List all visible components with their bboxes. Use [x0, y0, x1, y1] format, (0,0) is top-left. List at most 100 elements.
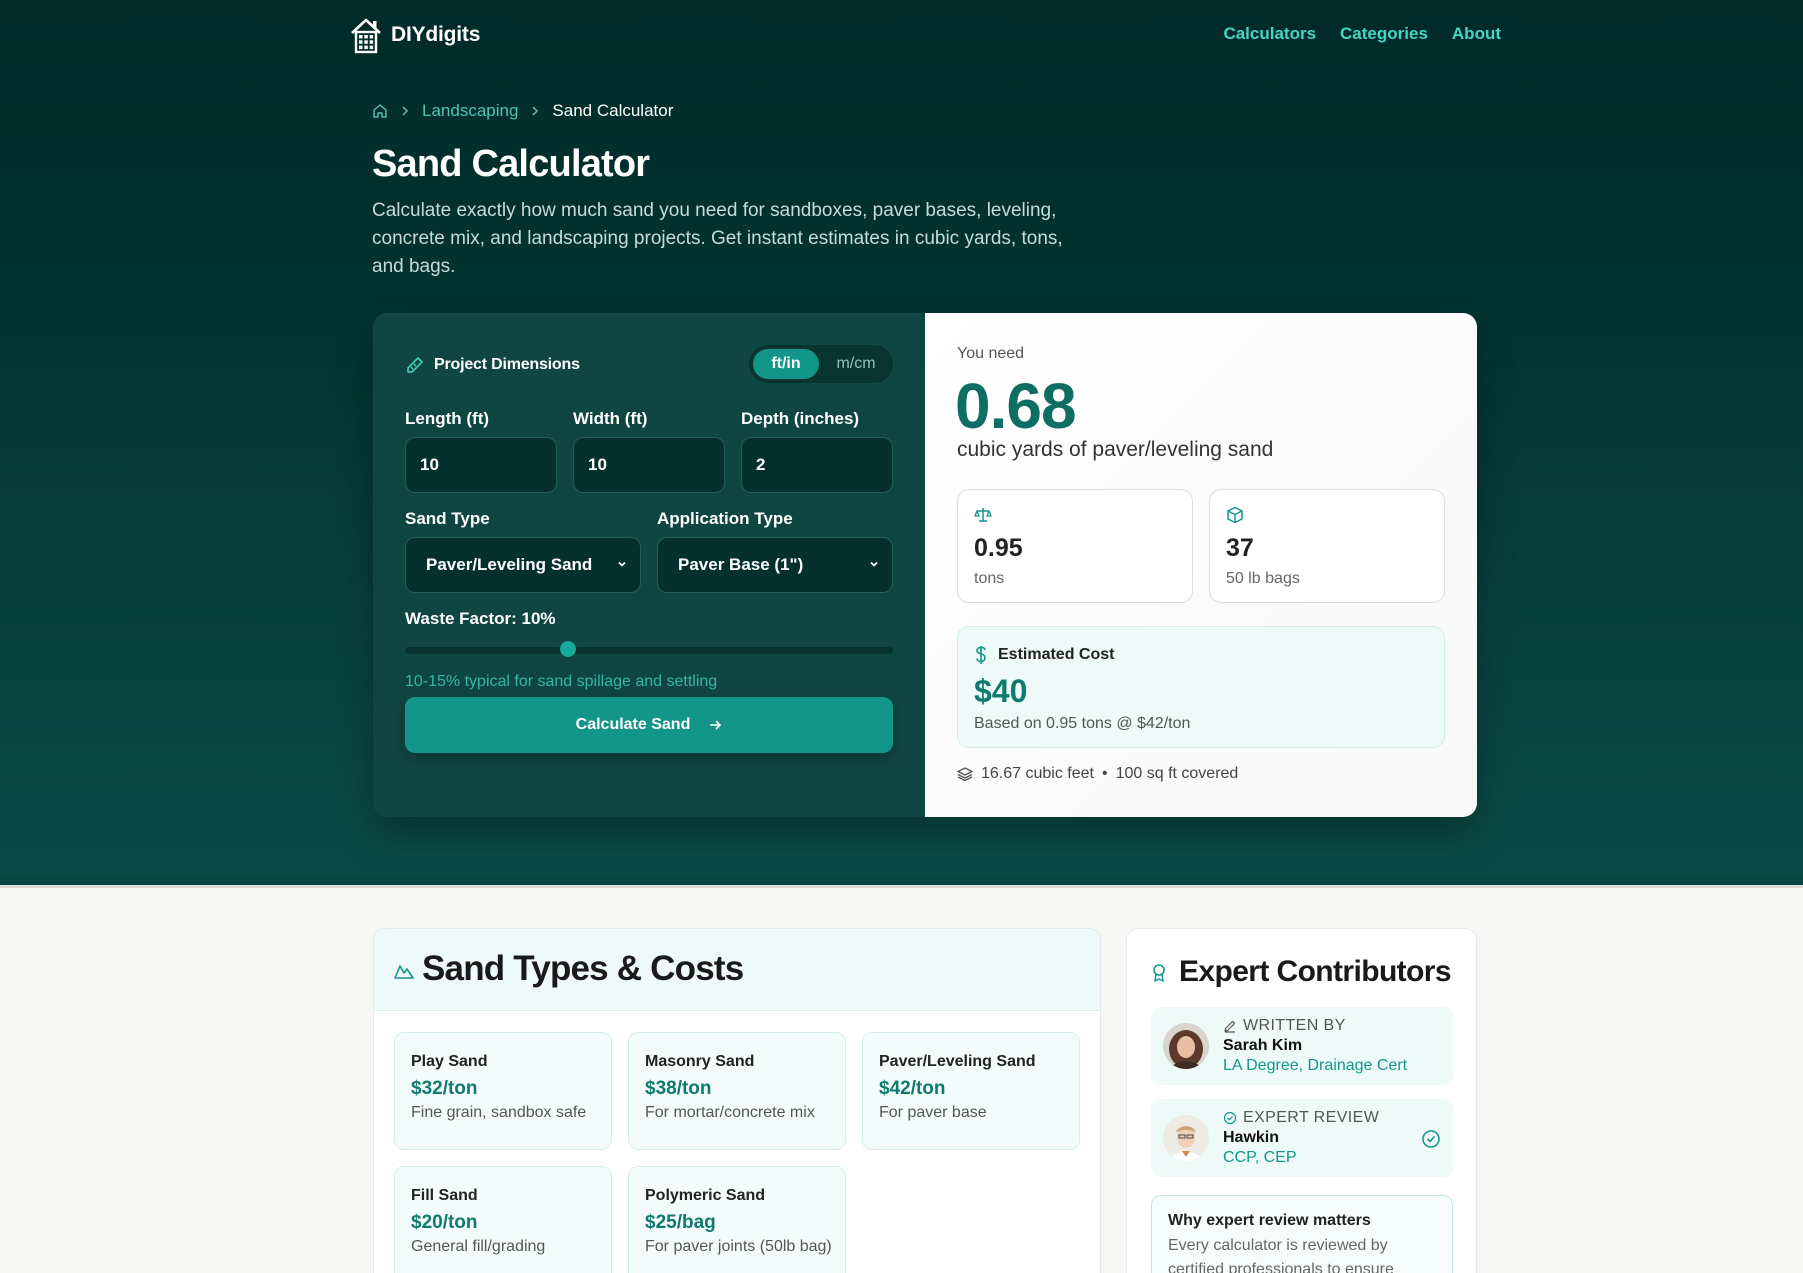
page-description: Calculate exactly how much sand you need… [372, 200, 1063, 277]
sand-type-name: Polymeric Sand [645, 1187, 766, 1204]
depth-input[interactable]: 2 [741, 437, 893, 493]
chevron-down-icon [870, 561, 878, 567]
estimated-cost-title: Estimated Cost [998, 646, 1115, 663]
result-lead: You need [957, 345, 1025, 362]
home-icon[interactable] [372, 103, 388, 119]
calculate-sand-button[interactable]: Calculate Sand [405, 697, 893, 753]
waste-factor-label: Waste Factor: 10% [405, 609, 556, 628]
reviewer-role: EXPERT REVIEW [1243, 1109, 1380, 1126]
sand-type-label: Sand Type [405, 509, 490, 528]
page-title: Sand Calculator [372, 143, 650, 185]
summary-separator: • [1101, 765, 1108, 782]
sand-type-card: Play Sand $32/ton Fine grain, sandbox sa… [394, 1032, 612, 1150]
pen-icon [1224, 1020, 1236, 1033]
ruler-pencil-icon [407, 357, 423, 373]
application-type-value: Paver Base (1") [678, 555, 804, 574]
author-card[interactable]: WRITTEN BY Sarah Kim LA Degree, Drainage… [1151, 1007, 1453, 1085]
why-review-title: Why expert review matters [1168, 1212, 1371, 1229]
breadcrumb-landscaping[interactable]: Landscaping [422, 101, 518, 121]
expert-contributors-title: Expert Contributors [1179, 955, 1452, 988]
dollar-icon [976, 646, 986, 664]
chevron-right-icon [532, 106, 539, 116]
sand-types-title: Sand Types & Costs [422, 949, 744, 988]
author-avatar [1163, 1023, 1209, 1069]
sand-type-price: $42/ton [879, 1078, 946, 1099]
sand-type-description: For mortar/concrete mix [645, 1104, 815, 1121]
expert-contributors-section: Expert Contributors WRITTEN BY Sarah Kim… [1126, 928, 1477, 1273]
tons-label: tons [974, 570, 1005, 587]
depth-label: Depth (inches) [741, 409, 860, 428]
layers-icon [957, 767, 973, 782]
sand-type-price: $20/ton [411, 1212, 478, 1233]
cubic-feet-text: 16.67 cubic feet [981, 765, 1094, 782]
nav-link-categories[interactable]: Categories [1340, 24, 1428, 44]
credential-link[interactable]: CEP [1264, 1149, 1297, 1166]
why-review-callout: Why expert review matters Every calculat… [1151, 1195, 1453, 1273]
reviewer-avatar [1163, 1115, 1209, 1161]
mountain-icon [394, 965, 414, 979]
credential-separator: , [1254, 1149, 1264, 1166]
application-type-label: Application Type [657, 509, 793, 528]
credential-link[interactable]: LA Degree [1223, 1057, 1299, 1074]
area-covered-text: 100 sq ft covered [1115, 765, 1239, 782]
width-input[interactable]: 10 [573, 437, 725, 493]
coverage-summary: 16.67 cubic feet • 100 sq ft covered [957, 765, 1238, 783]
sand-type-description: For paver joints (50lb bag) [645, 1238, 832, 1255]
bags-card: 37 50 lb bags [1209, 489, 1445, 603]
credential-link[interactable]: Drainage Cert [1308, 1057, 1408, 1074]
brand-logo[interactable]: DIYdigits [349, 16, 480, 54]
package-icon [1227, 506, 1243, 524]
reviewer-card[interactable]: EXPERT REVIEW Hawkin CCP, CEP [1151, 1099, 1453, 1177]
sand-type-description: Fine grain, sandbox safe [411, 1104, 587, 1121]
tons-card: 0.95 tons [957, 489, 1193, 603]
credential-link[interactable]: CCP [1223, 1149, 1255, 1166]
estimated-cost-amount: $40 [974, 673, 1028, 709]
sand-type-name: Paver/Leveling Sand [879, 1053, 1036, 1070]
length-input[interactable]: 10 [405, 437, 557, 493]
reviewer-name: Hawkin [1223, 1129, 1280, 1146]
top-nav: Calculators Categories About [1223, 24, 1501, 44]
nav-link-calculators[interactable]: Calculators [1223, 24, 1316, 44]
sand-type-name: Masonry Sand [645, 1053, 755, 1070]
unit-option-m-cm[interactable]: m/cm [823, 349, 889, 379]
hero-edge-shadow [0, 872, 1803, 888]
unit-toggle: ft/in m/cm [749, 345, 893, 383]
estimated-cost-basis: Based on 0.95 tons @ $42/ton [974, 715, 1191, 732]
nav-link-about[interactable]: About [1452, 24, 1501, 44]
sand-type-description: For paver base [879, 1104, 987, 1121]
length-label: Length (ft) [405, 409, 490, 428]
sand-type-card: Polymeric Sand $25/bag For paver joints … [628, 1166, 846, 1273]
sand-type-select[interactable]: Paver/Leveling Sand [405, 537, 641, 593]
author-name: Sarah Kim [1223, 1037, 1303, 1054]
unit-option-ft-in[interactable]: ft/in [753, 349, 819, 379]
breadcrumb: Landscaping Sand Calculator [372, 101, 673, 121]
section-title: Project Dimensions [434, 356, 580, 373]
sand-types-section: Sand Types & Costs Play Sand $32/ton Fin… [373, 928, 1101, 1273]
check-circle-icon [1223, 1111, 1237, 1125]
application-type-select[interactable]: Paver Base (1") [657, 537, 893, 593]
scale-icon [974, 508, 992, 522]
result-volume: 0.68 [955, 370, 1077, 442]
calculator-card: Project Dimensions ft/in m/cm Length (ft… [373, 313, 1477, 817]
award-ribbon-icon [1153, 964, 1165, 982]
calculate-button-label: Calculate Sand [575, 716, 691, 733]
author-role: WRITTEN BY [1243, 1017, 1346, 1034]
sand-type-card: Masonry Sand $38/ton For mortar/concrete… [628, 1032, 846, 1150]
tons-value: 0.95 [974, 534, 1023, 562]
waste-factor-slider[interactable] [405, 647, 893, 654]
arrow-right-icon [710, 720, 722, 730]
credential-separator: , [1298, 1057, 1308, 1074]
sand-type-card: Paver/Leveling Sand $42/ton For paver ba… [862, 1032, 1080, 1150]
calculator-form: Project Dimensions ft/in m/cm Length (ft… [373, 313, 925, 817]
project-dimensions-heading: Project Dimensions [405, 355, 580, 375]
sand-type-card: Fill Sand $20/ton General fill/grading [394, 1166, 612, 1273]
results-panel: You need 0.68 cubic yards of paver/level… [925, 313, 1477, 817]
house-grid-icon [351, 18, 381, 54]
sand-type-name: Play Sand [411, 1053, 488, 1070]
chevron-right-icon [402, 106, 409, 116]
result-volume-unit: cubic yards of paver/leveling sand [957, 438, 1274, 461]
chevron-down-icon [618, 561, 626, 567]
bags-label: 50 lb bags [1226, 570, 1300, 587]
sand-type-price: $25/bag [645, 1212, 716, 1233]
waste-factor-slider-handle[interactable] [559, 641, 576, 657]
